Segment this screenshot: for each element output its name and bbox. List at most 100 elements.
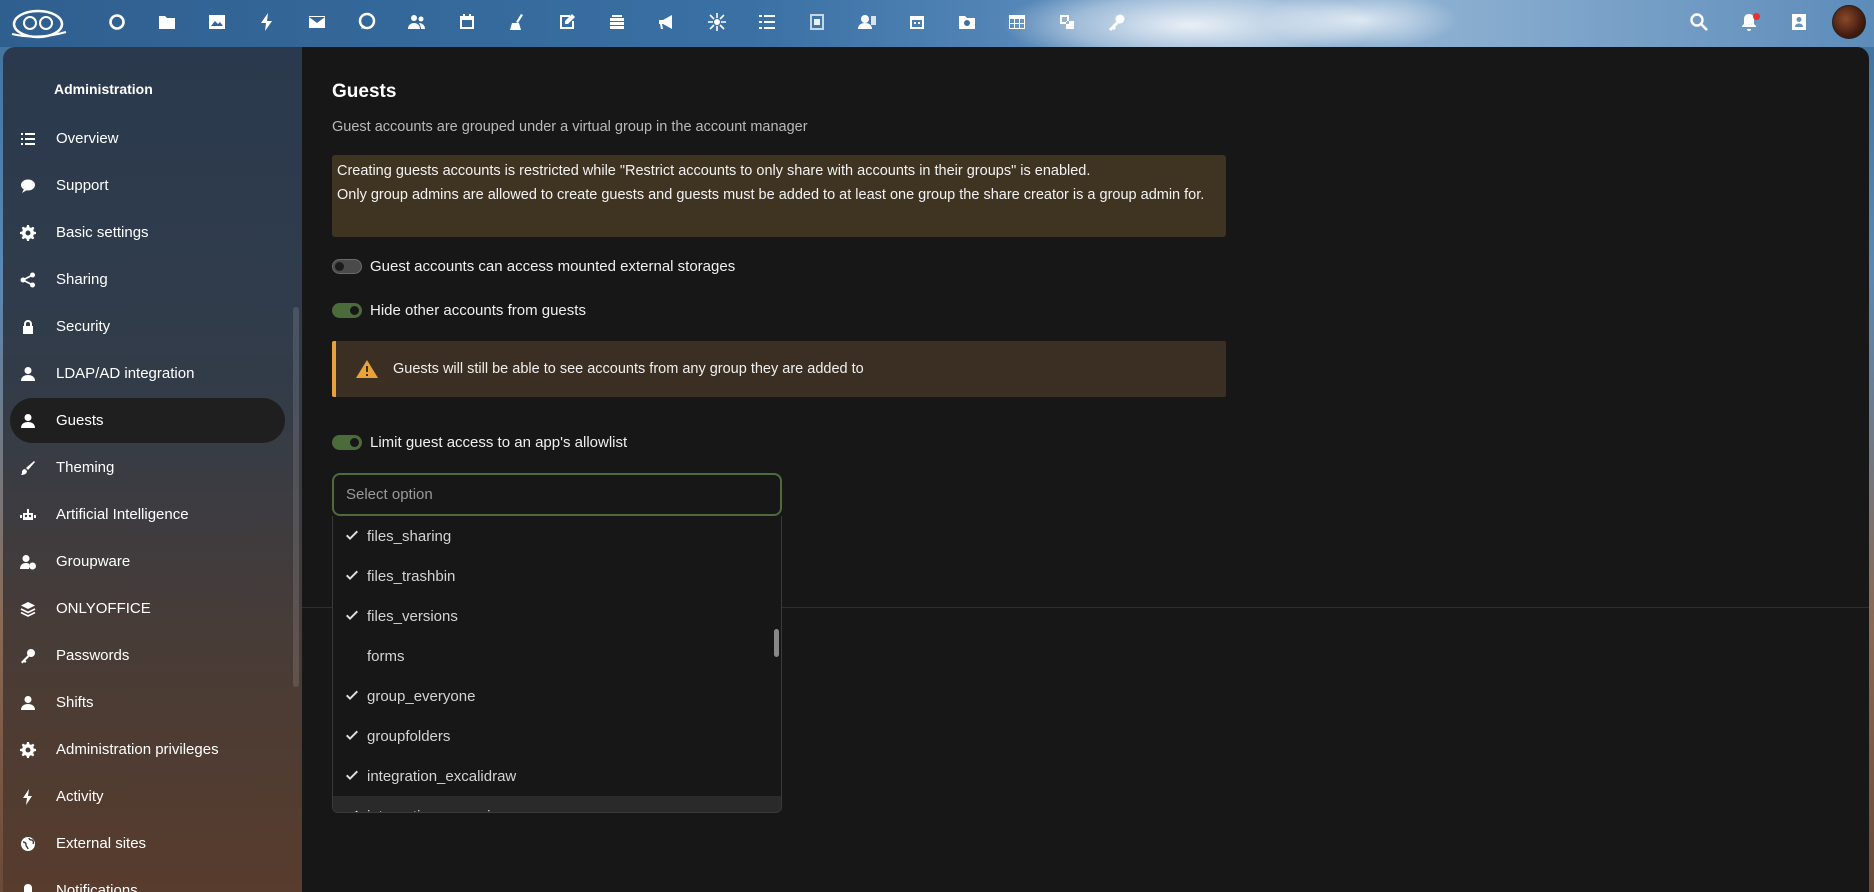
restriction-info-box: Creating guests accounts is restricted w… bbox=[332, 155, 1226, 237]
sidebar-item-overview[interactable]: Overview bbox=[10, 116, 285, 161]
tasks-app[interactable] bbox=[742, 0, 792, 44]
circle-icon bbox=[109, 14, 125, 30]
person-icon bbox=[20, 695, 56, 711]
sidebar-item-label: External sites bbox=[56, 835, 147, 852]
option-groupfolders[interactable]: groupfolders bbox=[333, 716, 781, 756]
sidebar-item-theming[interactable]: Theming bbox=[10, 445, 285, 490]
nextcloud-logo[interactable] bbox=[8, 4, 70, 42]
external-storage-toggle-row[interactable]: Guest accounts can access mounted extern… bbox=[332, 258, 735, 275]
sidebar-item-label: Security bbox=[56, 318, 111, 335]
brush-icon bbox=[20, 460, 56, 476]
sidebar-item-passwords[interactable]: Passwords bbox=[10, 633, 285, 678]
files-app[interactable] bbox=[142, 0, 192, 44]
talk-app[interactable] bbox=[342, 0, 392, 44]
allowlist-toggle-row[interactable]: Limit guest access to an app's allowlist bbox=[332, 434, 627, 451]
sidebar-item-groupware[interactable]: Groupware bbox=[10, 539, 285, 584]
person-clock-icon bbox=[20, 554, 56, 570]
cleanup-app[interactable] bbox=[492, 0, 542, 44]
check-icon bbox=[337, 809, 367, 812]
mail-app[interactable] bbox=[292, 0, 342, 44]
photo-folder-app[interactable] bbox=[942, 0, 992, 44]
sidebar-item-guests[interactable]: Guests bbox=[10, 398, 285, 443]
app-navigation bbox=[92, 0, 1142, 44]
top-bar bbox=[0, 0, 1874, 70]
option-forms[interactable]: forms bbox=[333, 636, 781, 676]
sidebar-item-ai[interactable]: Artificial Intelligence bbox=[10, 492, 285, 537]
allowlist-toggle[interactable] bbox=[332, 435, 362, 450]
sidebar-item-label: Artificial Intelligence bbox=[56, 506, 189, 523]
check-icon bbox=[337, 609, 367, 623]
sidebar-item-admin-privileges[interactable]: Administration privileges bbox=[10, 727, 285, 772]
app-allowlist-select[interactable]: Select option bbox=[332, 473, 782, 516]
page-title: Guests bbox=[332, 81, 397, 102]
spreed-app[interactable] bbox=[692, 0, 742, 44]
notes-app[interactable] bbox=[542, 0, 592, 44]
edit-icon bbox=[560, 14, 575, 29]
sidebar-item-shifts[interactable]: Shifts bbox=[10, 680, 285, 725]
sidebar-item-security[interactable]: Security bbox=[10, 304, 285, 349]
activity-app[interactable] bbox=[242, 0, 292, 44]
sidebar-item-basic-settings[interactable]: Basic settings bbox=[10, 210, 285, 255]
external-storage-toggle[interactable] bbox=[332, 259, 362, 274]
dropdown-scrollbar[interactable] bbox=[774, 629, 779, 657]
sidebar-item-onlyoffice[interactable]: ONLYOFFICE bbox=[10, 586, 285, 631]
unified-search-button[interactable] bbox=[1674, 0, 1724, 44]
lightning-icon bbox=[261, 13, 272, 31]
megaphone-icon bbox=[659, 15, 672, 29]
sidebar-list: Overview Support Basic settings Sharing … bbox=[10, 116, 285, 892]
option-files-trashbin[interactable]: files_trashbin bbox=[333, 556, 781, 596]
page-description: Guest accounts are grouped under a virtu… bbox=[332, 119, 808, 135]
hide-accounts-toggle-row[interactable]: Hide other accounts from guests bbox=[332, 302, 586, 319]
sidebar-item-ldap[interactable]: LDAP/AD integration bbox=[10, 351, 285, 396]
option-integration-openai[interactable]: integration_openai bbox=[333, 796, 781, 812]
sidebar-item-label: Guests bbox=[56, 412, 104, 429]
announcements-app[interactable] bbox=[642, 0, 692, 44]
photos-app[interactable] bbox=[192, 0, 242, 44]
list-icon bbox=[20, 131, 56, 147]
toggle-knob bbox=[350, 438, 359, 447]
option-label: integration_excalidraw bbox=[367, 767, 517, 785]
gear-icon bbox=[20, 224, 56, 241]
deck-app[interactable] bbox=[592, 0, 642, 44]
sidebar-scrollbar[interactable] bbox=[293, 307, 299, 687]
guests-app[interactable] bbox=[842, 0, 892, 44]
calendar2-app[interactable] bbox=[892, 0, 942, 44]
sidebar-title: Administration bbox=[54, 81, 153, 97]
sidebar-item-external-sites[interactable]: External sites bbox=[10, 821, 285, 866]
select-placeholder[interactable]: Select option bbox=[346, 486, 433, 503]
contacts-book-icon bbox=[1792, 14, 1806, 30]
option-group-everyone[interactable]: group_everyone bbox=[333, 676, 781, 716]
user-menu-button[interactable] bbox=[1824, 0, 1874, 44]
tables-app[interactable] bbox=[992, 0, 1042, 44]
sidebar-item-activity[interactable]: Activity bbox=[10, 774, 285, 819]
hide-accounts-toggle-label: Hide other accounts from guests bbox=[370, 302, 586, 319]
integrations-app[interactable] bbox=[1042, 0, 1092, 44]
notifications-button[interactable] bbox=[1724, 0, 1774, 44]
forms-app[interactable] bbox=[792, 0, 842, 44]
toggle-knob bbox=[335, 262, 344, 271]
image-icon bbox=[209, 15, 225, 29]
layers-icon bbox=[20, 601, 56, 617]
sidebar-item-label: LDAP/AD integration bbox=[56, 365, 195, 382]
contacts-app[interactable] bbox=[392, 0, 442, 44]
sidebar-item-sharing[interactable]: Sharing bbox=[10, 257, 285, 302]
gear-icon bbox=[20, 741, 56, 758]
passwords-app[interactable] bbox=[1092, 0, 1142, 44]
sidebar-item-label: Groupware bbox=[56, 553, 131, 570]
calendar-icon bbox=[460, 14, 474, 29]
form-icon bbox=[810, 14, 824, 30]
mail-icon bbox=[309, 16, 325, 28]
option-files-sharing[interactable]: files_sharing bbox=[333, 516, 781, 556]
check-icon bbox=[337, 729, 367, 743]
option-files-versions[interactable]: files_versions bbox=[333, 596, 781, 636]
sidebar-item-support[interactable]: Support bbox=[10, 163, 285, 208]
option-integration-excalidraw[interactable]: integration_excalidraw bbox=[333, 756, 781, 796]
hide-accounts-toggle[interactable] bbox=[332, 303, 362, 318]
sidebar-item-notifications[interactable]: Notifications bbox=[10, 868, 285, 892]
contacts-menu-button[interactable] bbox=[1774, 0, 1824, 44]
info-line: Only group admins are allowed to create … bbox=[337, 187, 1205, 203]
dashboard-app[interactable] bbox=[92, 0, 142, 44]
calendar-app[interactable] bbox=[442, 0, 492, 44]
app-allowlist-dropdown: files_sharing files_trashbin files_versi… bbox=[332, 516, 782, 813]
main-content: Guests Guest accounts are grouped under … bbox=[302, 47, 1869, 892]
